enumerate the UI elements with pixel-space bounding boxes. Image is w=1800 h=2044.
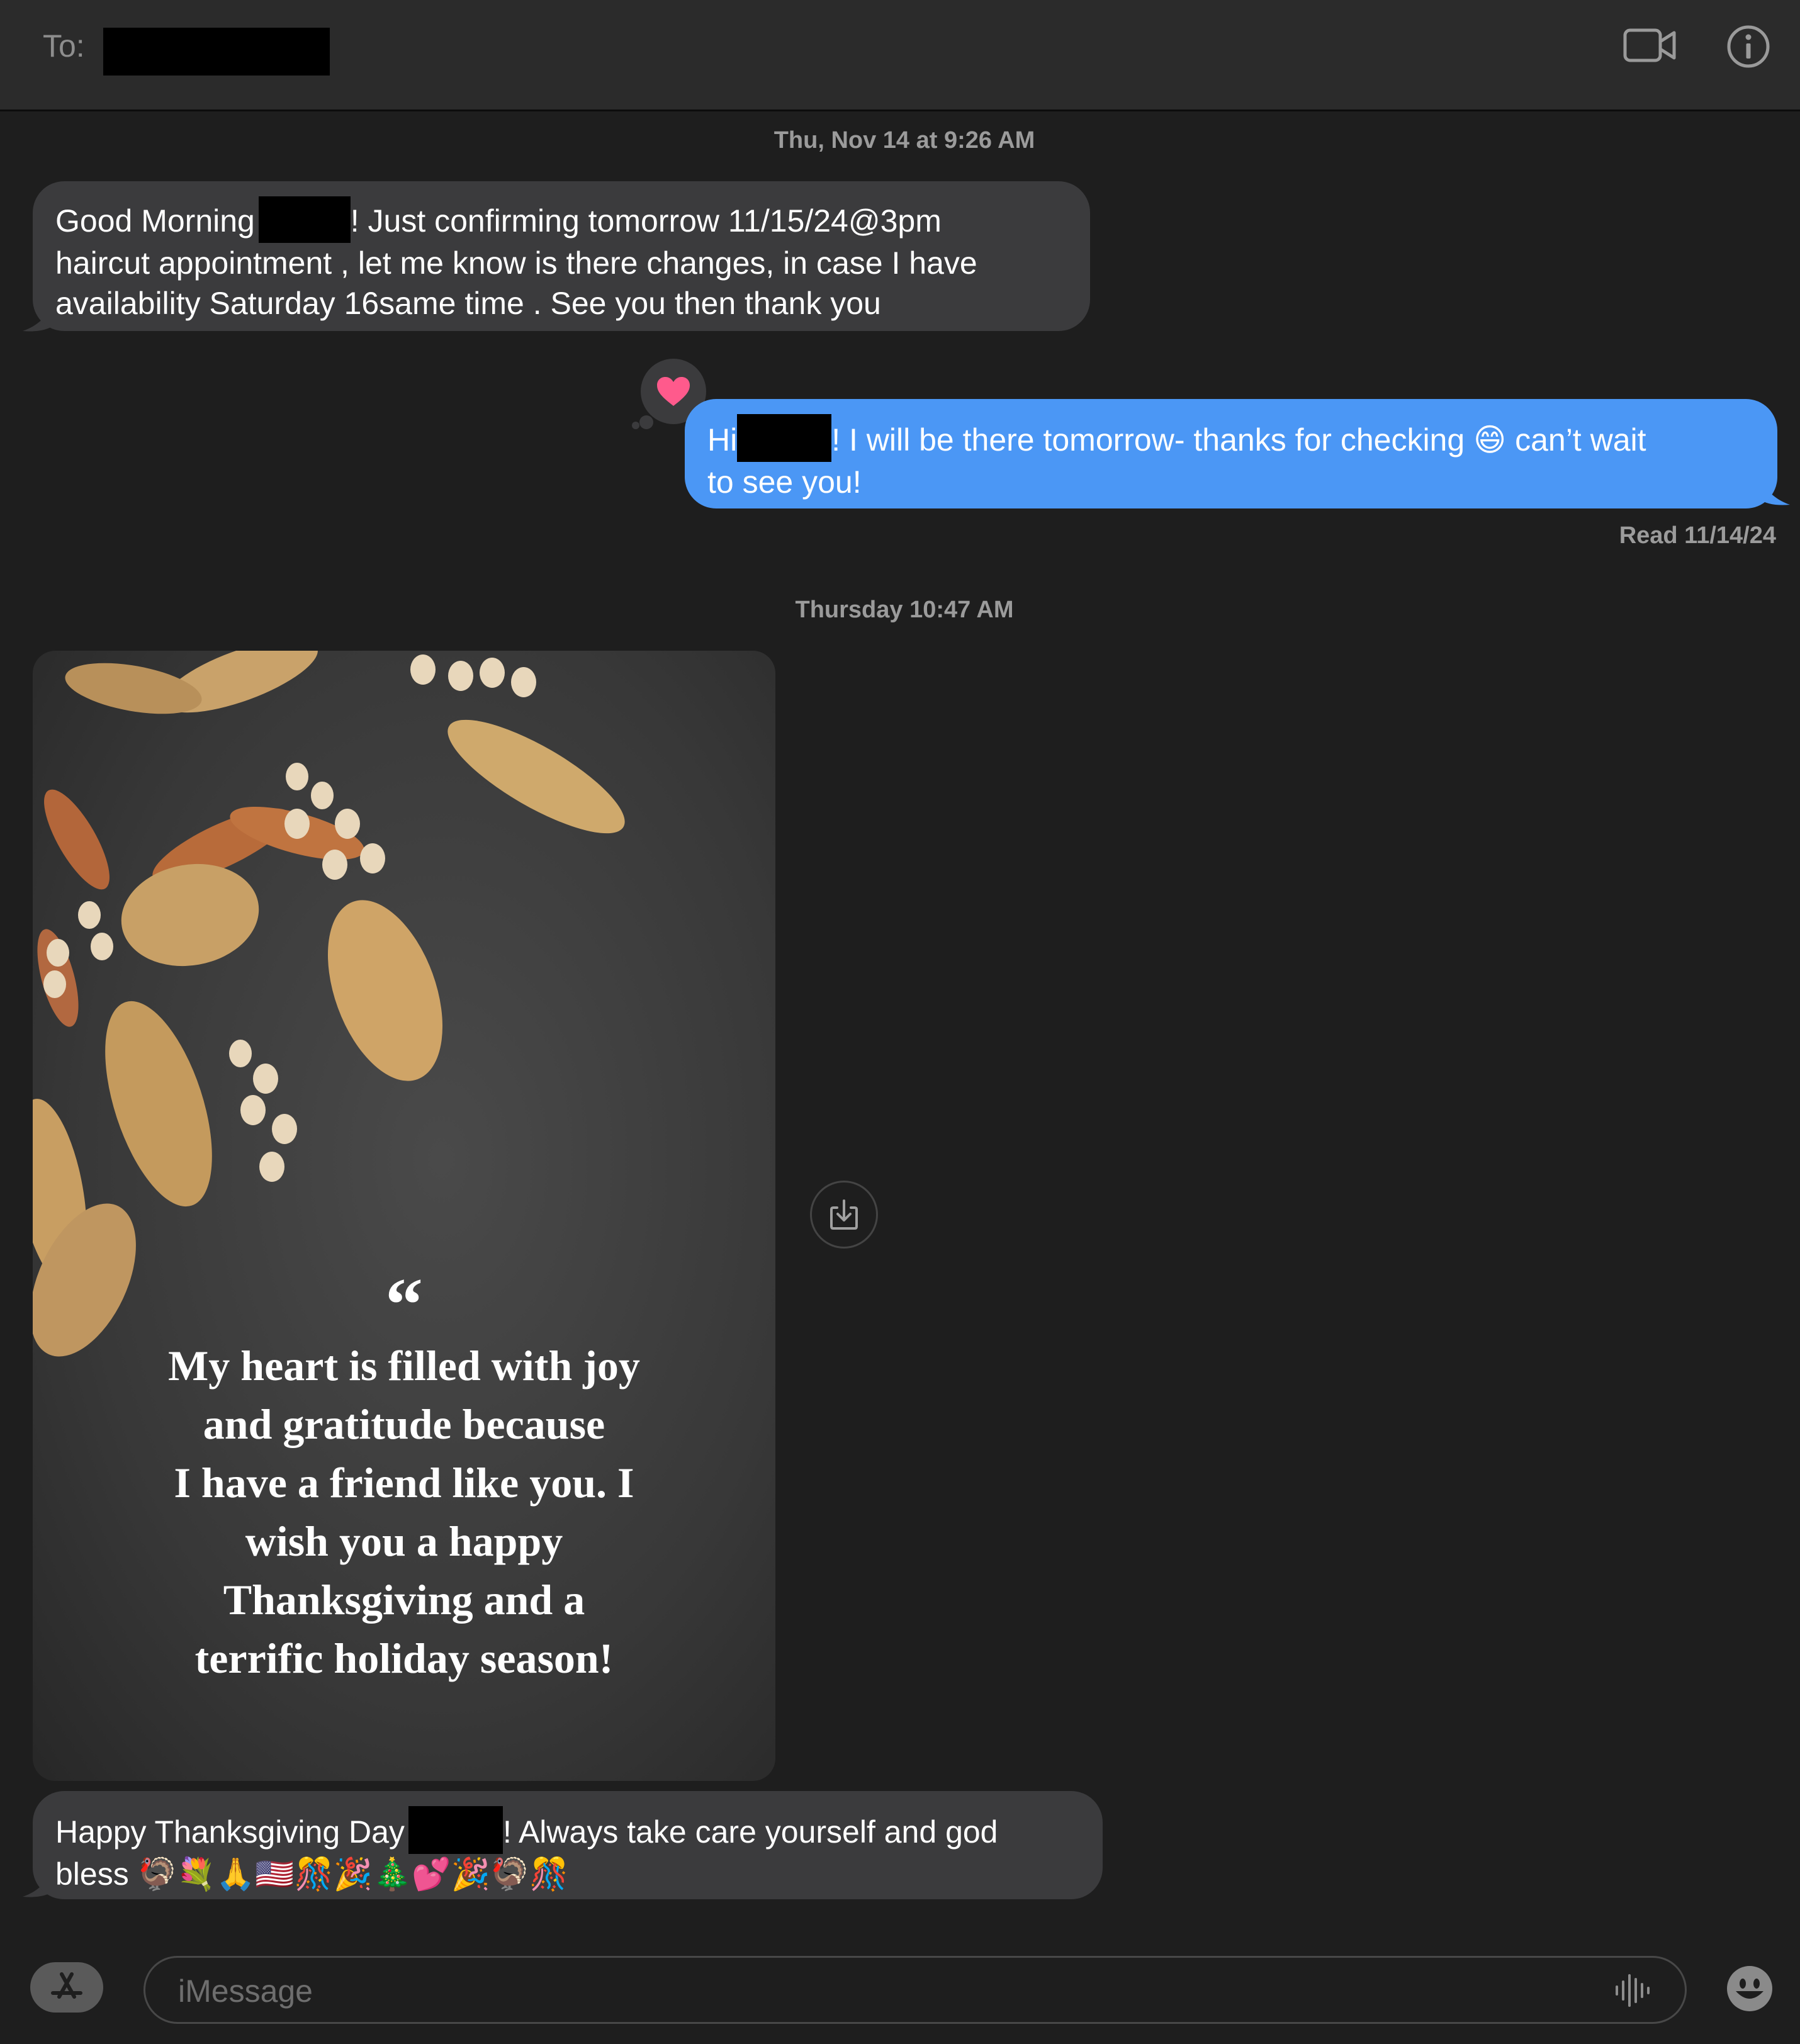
sent-message-bubble[interactable]: Hi! I will be there tomorrow- thanks for… [685,399,1777,508]
video-camera-icon[interactable] [1623,24,1677,67]
message-text: Hi [707,422,738,458]
image-attachment[interactable]: “ My heart is filled with joy and gratit… [33,651,775,1781]
emoji-icon[interactable] [1726,1965,1774,2013]
message-text: ! I will be there tomorrow- thanks for c… [707,422,1646,500]
message-text: Happy Thanksgiving Day [55,1814,405,1850]
download-tray-icon [830,1199,858,1230]
waveform-icon[interactable] [1613,1972,1653,2009]
conversation-header: To: [0,0,1800,111]
reaction-dot [639,415,653,429]
name-redacted [737,414,832,462]
save-attachment-button[interactable] [810,1181,878,1249]
recipient-redacted[interactable] [103,28,330,76]
timestamp: Thursday 10:47 AM [795,597,1014,623]
quote-mark: “ [385,1262,423,1346]
heart-icon [657,377,690,406]
message-input[interactable]: iMessage [143,1956,1687,2024]
message-input-placeholder: iMessage [178,1974,313,2009]
app-store-icon [51,1972,82,1999]
info-circle-icon[interactable] [1726,24,1771,69]
name-redacted [258,196,351,243]
received-message-bubble[interactable]: Good Morning ! Just confirming tomorrow … [33,181,1090,331]
reaction-dot [632,422,639,429]
received-message-bubble[interactable]: Happy Thanksgiving Day! Always take care… [33,1791,1103,1899]
name-redacted [408,1806,503,1854]
read-receipt: Read 11/14/24 [1619,522,1776,549]
message-text: Good Morning [55,203,264,239]
apps-button[interactable] [30,1962,103,2013]
to-label: To: [43,28,85,64]
timestamp: Thu, Nov 14 at 9:26 AM [773,127,1035,154]
image-quote-text: My heart is filled with joy and gratitud… [168,1342,640,1682]
